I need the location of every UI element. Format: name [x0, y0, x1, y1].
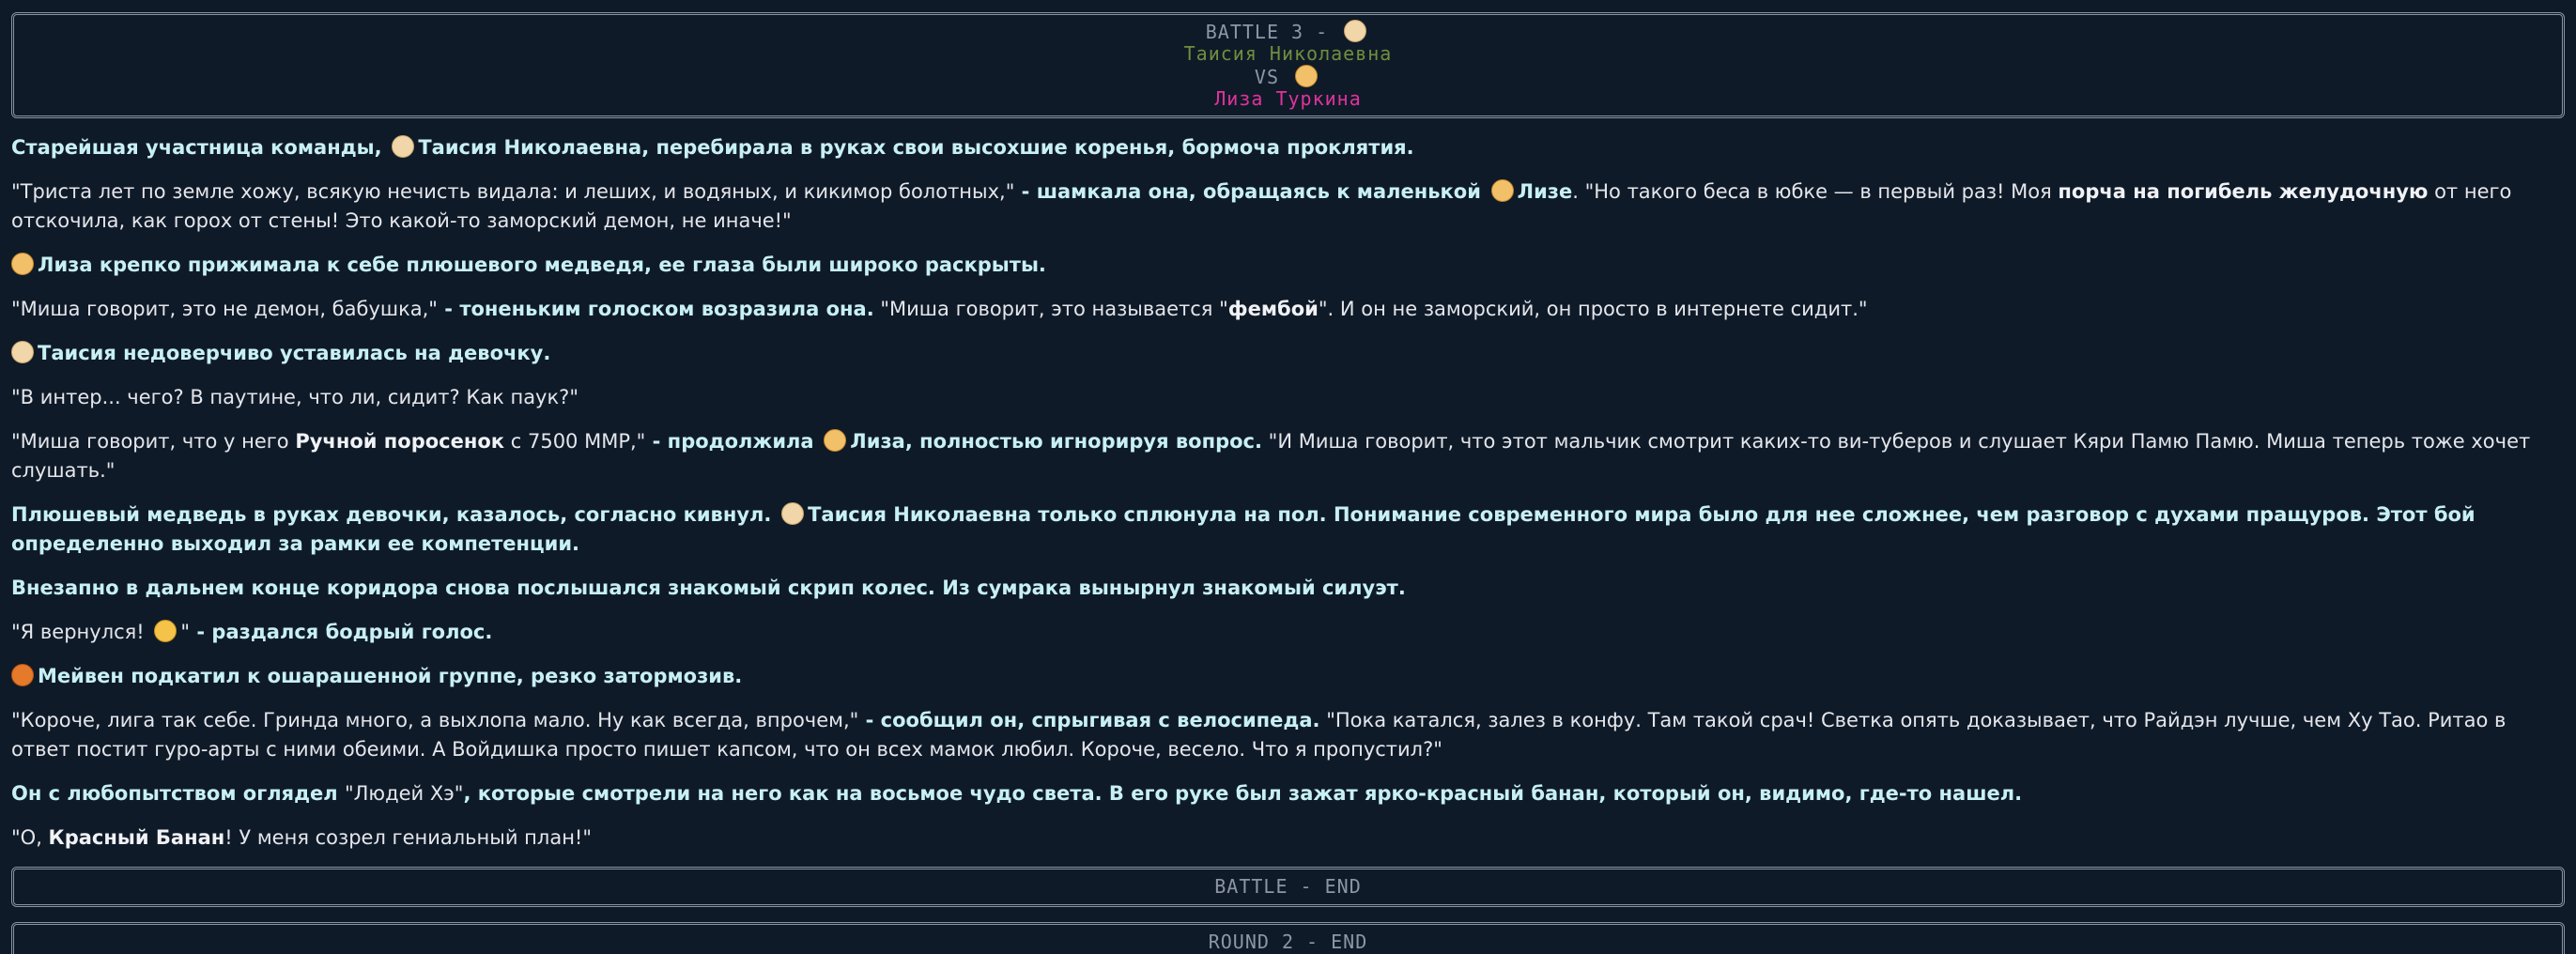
story-paragraph-7: "Миша говорит, что у него Ручной поросен…	[11, 429, 2531, 482]
character-name-liza: Лиза	[850, 430, 905, 453]
character-name-meiven: Мейвен	[38, 665, 124, 687]
story-paragraph-9: Внезапно в дальнем конце коридора снова …	[11, 577, 1406, 599]
story-paragraph-11: Мейвен подкатил к ошарашенной группе, ре…	[11, 662, 2565, 691]
character-name-taisiya: Таисия Николаевна	[808, 503, 1031, 526]
old-woman-emoji-icon	[781, 502, 805, 525]
story-paragraph-13: Он с любопытством оглядел "Людей Хэ", ко…	[11, 782, 2023, 805]
story-paragraph-4: "Миша говорит, это не демон, бабушка," -…	[11, 298, 1868, 320]
character-name-liza: Лизе	[1517, 180, 1573, 203]
character-name-liza: Лиза	[38, 254, 93, 276]
fighter-2: Лиза Туркина	[1214, 87, 1362, 110]
girl-emoji-icon	[1295, 65, 1319, 87]
cat-emoji-icon	[154, 620, 177, 642]
story-paragraph-1: Старейшая участница команды, Таисия Нико…	[11, 135, 1414, 159]
round-end-label: ROUND 2 - END	[1208, 931, 1368, 953]
fighter-1: Таисия Николаевна	[1183, 42, 1393, 65]
battle-end-label: BATTLE - END	[1214, 875, 1362, 898]
story-paragraph-8: Плюшевый медведь в руках девочки, казало…	[11, 502, 2476, 555]
girl-emoji-icon	[824, 429, 847, 452]
battle-header: BATTLE 3 - Таисия Николаевна VS Лиза Тур…	[11, 12, 2565, 118]
story-paragraph-14: "О, Красный Банан! У меня созрел гениаль…	[11, 826, 593, 849]
battle-title-line: BATTLE 3 -	[14, 20, 2562, 43]
story-paragraph-6: "В интер... чего? В паутине, что ли, сид…	[11, 386, 578, 408]
character-name-taisiya: Таисия	[38, 342, 116, 364]
story-paragraph-5: Таисия недоверчиво уставилась на девочку…	[11, 339, 2565, 368]
character-name-taisiya: Таисия Николаевна	[418, 136, 642, 159]
fox-emoji-icon	[11, 664, 34, 686]
battle-title: BATTLE 3 -	[1205, 21, 1329, 43]
girl-emoji-icon	[1490, 179, 1514, 202]
story-paragraph-12: "Короче, лига так себе. Гринда много, а …	[11, 709, 2507, 761]
versus-line: VS	[14, 65, 2562, 88]
girl-emoji-icon	[11, 253, 34, 275]
story-paragraph-10: "Я вернулся! " - раздался бодрый голос.	[11, 620, 493, 643]
story-paragraph-3: Лиза крепко прижимала к себе плюшевого м…	[11, 251, 2565, 280]
old-woman-emoji-icon	[392, 135, 415, 158]
chat-log: BATTLE 3 - Таисия Николаевна VS Лиза Тур…	[0, 0, 2576, 954]
story-paragraph-2: "Триста лет по земле хожу, всякую нечист…	[11, 179, 2512, 232]
battle-end-banner: BATTLE - END	[11, 867, 2565, 907]
vs-label: VS	[1254, 66, 1280, 88]
old-woman-emoji-icon	[1344, 20, 1367, 42]
old-woman-emoji-icon	[11, 341, 34, 363]
round-end-banner: ROUND 2 - END	[11, 922, 2565, 954]
